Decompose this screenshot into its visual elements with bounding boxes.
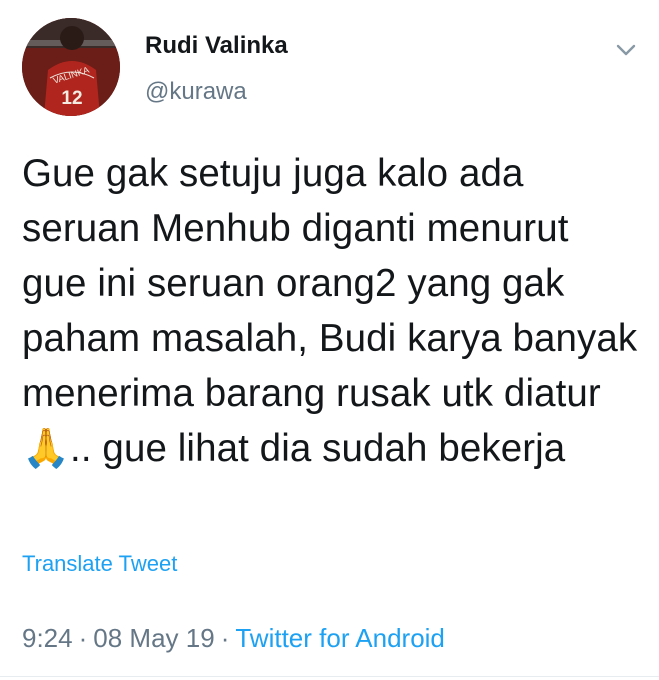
divider xyxy=(0,676,659,677)
chevron-down-icon[interactable] xyxy=(614,38,638,62)
tweet-source-link[interactable]: Twitter for Android xyxy=(235,623,445,653)
chevron-down-glyph xyxy=(616,44,636,56)
author-name[interactable]: Rudi Valinka xyxy=(145,32,288,60)
avatar-image: VALINKA 12 xyxy=(22,18,120,116)
meta-separator: · xyxy=(220,623,230,653)
tweet-time: 9:24 xyxy=(22,623,73,653)
tweet-header: VALINKA 12 Rudi Valinka @kurawa xyxy=(22,18,642,118)
avatar-jersey-number: 12 xyxy=(61,88,82,109)
translate-tweet-link[interactable]: Translate Tweet xyxy=(22,551,177,577)
tweet-text: Gue gak setuju juga kalo ada seruan Menh… xyxy=(22,152,638,470)
tweet-metadata: 9:24 · 08 May 19 · Twitter for Android xyxy=(22,623,445,654)
avatar[interactable]: VALINKA 12 xyxy=(22,18,120,116)
meta-separator: · xyxy=(78,623,88,653)
author-handle[interactable]: @kurawa xyxy=(145,78,247,106)
tweet-date: 08 May 19 xyxy=(93,623,215,653)
